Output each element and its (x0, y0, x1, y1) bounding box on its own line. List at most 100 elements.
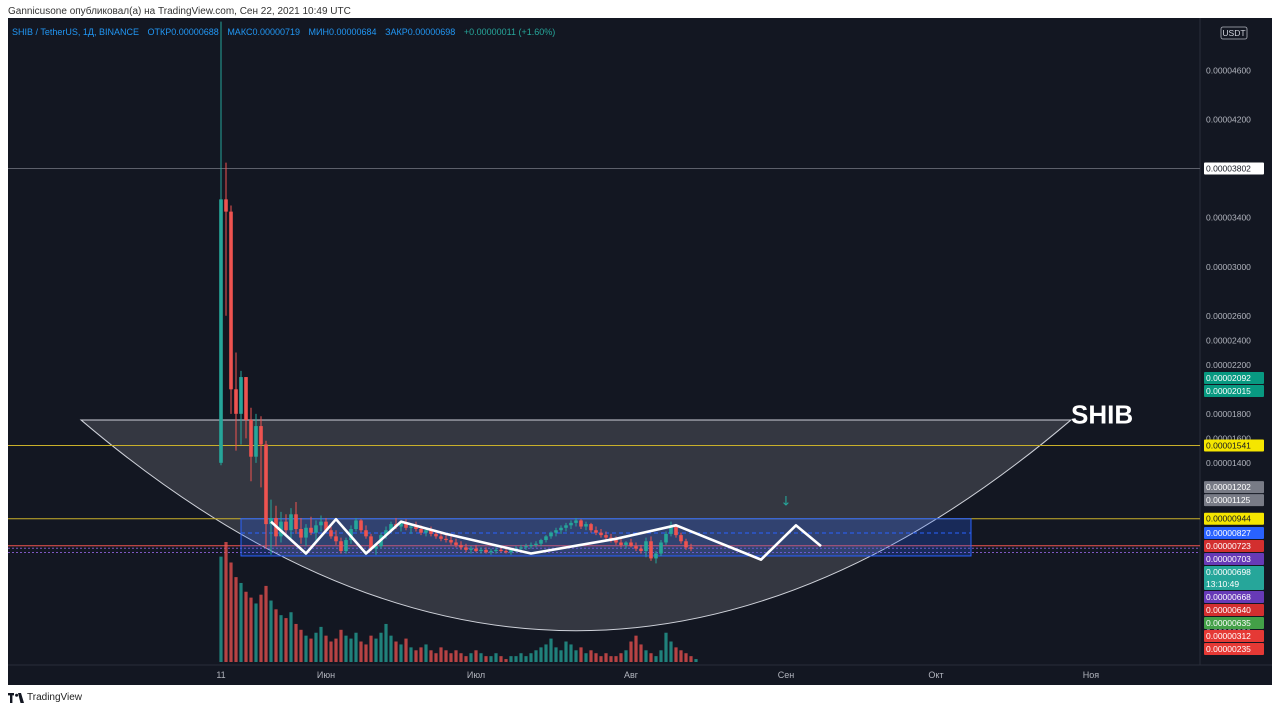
price-badge-label: 0.00001541 (1206, 441, 1251, 451)
candle-body (684, 541, 688, 548)
volume-bar (364, 644, 368, 662)
volume-bar (524, 656, 528, 662)
candle-body (469, 548, 473, 550)
candle-body (489, 551, 493, 553)
volume-bar (429, 650, 433, 662)
volume-bar (584, 653, 588, 662)
volume-bar (389, 635, 393, 662)
volume-bar (284, 618, 288, 662)
volume-bar (469, 653, 473, 662)
volume-bar (484, 656, 488, 662)
volume-bar (409, 647, 413, 662)
time-tick-label: Окт (928, 670, 943, 680)
candle-body (584, 524, 588, 527)
volume-bar (454, 650, 458, 662)
candle-body (299, 529, 303, 538)
price-tick-label: 0.00001400 (1206, 458, 1251, 468)
candle-body (559, 527, 563, 531)
candle-body (459, 544, 463, 548)
volume-bar (259, 594, 263, 662)
volume-bar (424, 644, 428, 662)
volume-bar (419, 647, 423, 662)
candle-body (314, 525, 318, 533)
candle-body (239, 377, 243, 414)
volume-bar (324, 635, 328, 662)
volume-bar (249, 597, 253, 662)
volume-bar (399, 644, 403, 662)
candle-body (574, 520, 578, 523)
volume-bar (664, 632, 668, 662)
candle-body (549, 532, 553, 537)
candle-body (449, 540, 453, 543)
volume-bar (474, 650, 478, 662)
candlestick-chart[interactable]: ↓ SHIB 0.00004600 0.00004200 0.00003400 0.000… (8, 18, 1272, 685)
volume-bar (384, 623, 388, 662)
candle-body (659, 542, 663, 554)
volume-bar (359, 641, 363, 662)
volume-bar (499, 656, 503, 662)
symbol-legend: SHIB / TetherUS, 1Д, BINANCE ОТКР0.00000… (12, 27, 561, 37)
price-badge-label: 0.00000640 (1206, 605, 1251, 615)
price-badge-label: 0.00000235 (1206, 644, 1251, 654)
volume-bar (374, 638, 378, 662)
volume-bar (609, 656, 613, 662)
candle-body (409, 526, 413, 528)
candle-body (259, 426, 263, 445)
candle-body (339, 541, 343, 552)
candle-body (294, 514, 298, 530)
footer-brand-label: TradingView (27, 692, 83, 703)
volume-bar (224, 542, 228, 662)
volume-bar (604, 653, 608, 662)
candle-body (254, 426, 258, 457)
volume-bar (624, 650, 628, 662)
candle-body (479, 549, 483, 552)
volume-bar (504, 659, 508, 662)
volume-bar (619, 653, 623, 662)
candle-body (334, 536, 338, 542)
candle-body (224, 199, 228, 212)
candle-body (599, 532, 603, 536)
candle-body (524, 546, 528, 548)
candle-body (354, 520, 358, 530)
volume-bar (219, 556, 223, 662)
volume-bar (339, 629, 343, 662)
footer-brand[interactable]: TradingView (8, 692, 82, 703)
price-badge-label: 0.00001202 (1206, 482, 1251, 492)
candle-body (444, 538, 448, 541)
volume-bar (549, 638, 553, 662)
time-tick-label: Сен (778, 670, 795, 680)
volume-bar (579, 647, 583, 662)
legend-close: ЗАКР0.00000698 (385, 27, 456, 37)
price-badge-label: 0.00001125 (1206, 495, 1251, 505)
price-tick-label: 0.00003400 (1206, 213, 1251, 223)
volume-bar (684, 653, 688, 662)
volume-bar (554, 647, 558, 662)
candle-body (569, 522, 573, 526)
candle-body (494, 549, 498, 552)
volume-bar (679, 650, 683, 662)
volume-bar (244, 591, 248, 662)
price-tick-label: 0.00002400 (1206, 335, 1251, 345)
legend-open: ОТКР0.00000688 (147, 27, 219, 37)
down-arrow-icon: ↓ (781, 495, 792, 510)
volume-bar (329, 641, 333, 662)
volume-bar (459, 653, 463, 662)
volume-bar (489, 656, 493, 662)
price-badge-label: 0.00002015 (1206, 386, 1251, 396)
candle-body (594, 530, 598, 533)
chart-area[interactable]: ↓ SHIB 0.00004600 0.00004200 0.00003400 0.000… (8, 18, 1272, 685)
candle-body (474, 548, 478, 552)
price-badge-label: 0.00002092 (1206, 373, 1251, 383)
candle-body (689, 547, 693, 549)
candle-body (289, 514, 293, 531)
candle-body (564, 525, 568, 528)
candle-body (309, 527, 313, 533)
volume-bar (629, 641, 633, 662)
annotation-shib[interactable]: SHIB (1071, 400, 1133, 430)
price-badge-label: 0.00000944 (1206, 514, 1251, 524)
volume-bar (294, 623, 298, 662)
candle-body (664, 533, 668, 543)
candle-body (579, 520, 583, 527)
volume-bar (269, 600, 273, 662)
candle-body (534, 543, 538, 545)
